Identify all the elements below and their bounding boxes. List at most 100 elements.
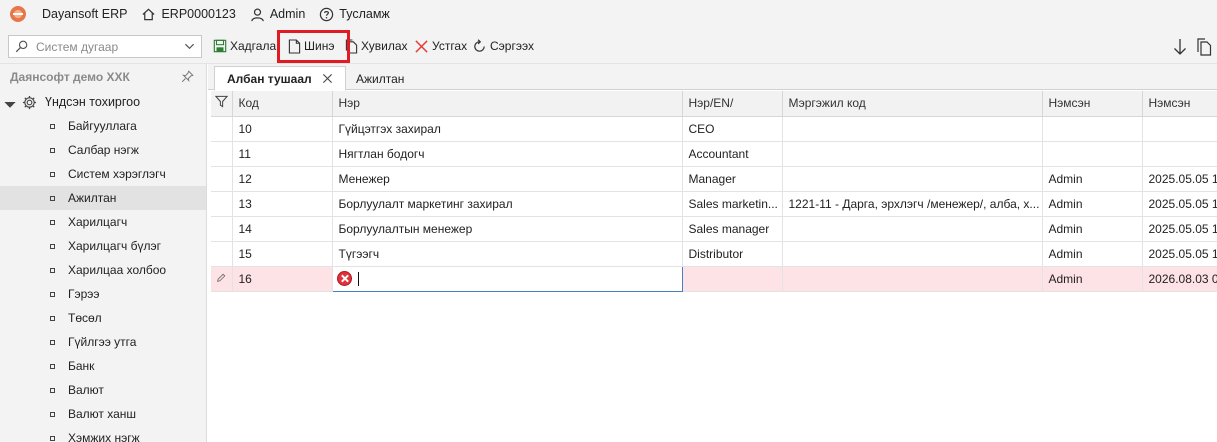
cell-code[interactable]: 16: [232, 266, 333, 292]
cell-name[interactable]: Түгээгч: [332, 241, 683, 267]
delete-button[interactable]: Устгах: [414, 37, 467, 55]
export-copy-icon[interactable]: [1196, 38, 1212, 56]
cell-profession-code[interactable]: [782, 216, 1043, 242]
refresh-button[interactable]: Сэргээх: [472, 37, 534, 55]
sidebar-item[interactable]: Систем хэрэглэгч: [0, 162, 206, 186]
save-button[interactable]: Хадгала: [213, 37, 276, 55]
cell-added-by[interactable]: Admin: [1042, 191, 1143, 217]
tree-leaf-icon: [50, 219, 55, 225]
cell-name-en[interactable]: Sales marketin...: [682, 191, 783, 217]
cell-added-by[interactable]: [1042, 116, 1143, 142]
table-row[interactable]: 14 Борлуулалтын менежер Sales manager Admin…: [211, 216, 1217, 242]
column-header-profession-code[interactable]: Мэргэжил код: [782, 91, 1043, 117]
sidebar-item[interactable]: Гэрээ: [0, 282, 206, 306]
cell-name[interactable]: Гүйцэтгэх захирал: [332, 116, 683, 142]
cell-added-on[interactable]: [1142, 116, 1217, 142]
sidebar-item[interactable]: Хэмжих нэгж: [0, 426, 206, 442]
cell-code[interactable]: 11: [232, 141, 333, 167]
sidebar-item[interactable]: Төсөл: [0, 306, 206, 330]
cell-code[interactable]: 12: [232, 166, 333, 192]
cell-added-by[interactable]: [1042, 141, 1143, 167]
save-icon: [213, 39, 227, 53]
cell-name[interactable]: Борлуулалтын менежер: [332, 216, 683, 242]
cell-name-en[interactable]: Manager: [682, 166, 783, 192]
cell-name[interactable]: Борлуулалт маркетинг захирал: [332, 191, 683, 217]
tab-position-label: Албан тушаал: [227, 71, 312, 86]
cell-profession-code[interactable]: 1221-11 - Дарга, эрхлэгч /менежер/, алба…: [782, 191, 1043, 217]
cell-added-on[interactable]: 2025.05.05 14: [1142, 216, 1217, 242]
sidebar-item[interactable]: Салбар нэгж: [0, 138, 206, 162]
cell-name[interactable]: Нягтлан бодогч: [332, 141, 683, 167]
sidebar-item-label: Гэрээ: [68, 287, 100, 301]
cell-added-on[interactable]: 2025.05.05 14: [1142, 241, 1217, 267]
cell-name[interactable]: Менежер: [332, 166, 683, 192]
table-row[interactable]: 15ТүгээгчDistributor Admin2025.05.05 14: [211, 241, 1217, 267]
system-number-search[interactable]: [8, 35, 202, 58]
cell-code[interactable]: 13: [232, 191, 333, 217]
cell-name-editor[interactable]: [331, 265, 683, 292]
row-indicator: [211, 191, 233, 217]
cell-name-en[interactable]: Accountant: [682, 141, 783, 167]
sidebar-item[interactable]: Харилцаа холбоо: [0, 258, 206, 282]
cell-added-on[interactable]: 2025.05.05 14: [1142, 166, 1217, 192]
table-row[interactable]: 13 Борлуулалт маркетинг захирал Sales mark…: [211, 191, 1217, 217]
cell-code[interactable]: 10: [232, 116, 333, 142]
expanded-triangle-icon[interactable]: [4, 96, 16, 108]
column-header-added-on[interactable]: Нэмсэн: [1142, 91, 1217, 117]
tab-employee[interactable]: Ажилтан: [344, 66, 416, 91]
cell-name-en[interactable]: Sales manager: [682, 216, 783, 242]
chevron-down-icon[interactable]: [184, 41, 195, 52]
sidebar-item[interactable]: Валют ханш: [0, 402, 206, 426]
cell-profession-code[interactable]: [782, 116, 1043, 142]
save-label: Хадгала: [230, 39, 277, 53]
cell-added-on[interactable]: 2025.05.05 14: [1142, 191, 1217, 217]
tree-leaf-icon: [50, 339, 55, 345]
user-menu[interactable]: Admin: [250, 7, 305, 22]
cell-profession-code[interactable]: [782, 166, 1043, 192]
cell-name-en[interactable]: [682, 266, 783, 292]
cell-added-on[interactable]: [1142, 141, 1217, 167]
sidebar-item-label: Харилцагч: [68, 215, 128, 229]
filter-header[interactable]: [211, 91, 233, 117]
cell-added-by[interactable]: Admin: [1042, 241, 1143, 267]
table-row[interactable]: 12МенежерManager Admin2025.05.05 14: [211, 166, 1217, 192]
close-icon[interactable]: [322, 73, 333, 84]
cell-code[interactable]: 15: [232, 241, 333, 267]
search-input[interactable]: [36, 39, 176, 54]
cell-profession-code[interactable]: [782, 141, 1043, 167]
download-arrow-icon[interactable]: [1172, 38, 1188, 56]
copy-button[interactable]: Хувилах: [345, 37, 408, 55]
sidebar-item[interactable]: Ажилтан: [0, 186, 206, 210]
tab-position[interactable]: Албан тушаал: [214, 66, 346, 91]
sidebar-item[interactable]: Валют: [0, 378, 206, 402]
pin-icon[interactable]: [181, 70, 194, 83]
column-header-name[interactable]: Нэр: [332, 91, 683, 117]
cell-code[interactable]: 14: [232, 216, 333, 242]
cell-added-on[interactable]: 2026.08.03 09: [1142, 266, 1217, 292]
tree-root-basic-settings[interactable]: Үндсэн тохиргоо: [0, 90, 206, 114]
cell-added-by[interactable]: Admin: [1042, 166, 1143, 192]
cell-profession-code[interactable]: [782, 241, 1043, 267]
refresh-label: Сэргээх: [490, 39, 534, 53]
sidebar-item-label: Систем хэрэглэгч: [68, 167, 166, 181]
sidebar-item[interactable]: Харилцагч бүлэг: [0, 234, 206, 258]
cell-profession-code[interactable]: [782, 266, 1043, 292]
sidebar-item[interactable]: Харилцагч: [0, 210, 206, 234]
cell-added-by[interactable]: Admin: [1042, 216, 1143, 242]
company-code[interactable]: ERP0000123: [141, 7, 236, 22]
column-header-name-en[interactable]: Нэр/EN/: [682, 91, 783, 117]
cell-name-en[interactable]: CEO: [682, 116, 783, 142]
cell-added-by[interactable]: Admin: [1042, 266, 1143, 292]
sidebar-item[interactable]: Банк: [0, 354, 206, 378]
cell-name-en[interactable]: Distributor: [682, 241, 783, 267]
sidebar-item[interactable]: Гүйлгээ утга: [0, 330, 206, 354]
home-icon: [142, 8, 156, 20]
table-row[interactable]: 10 Гүйцэтгэх захирал CEO: [211, 116, 1217, 142]
help-menu[interactable]: Тусламж: [319, 7, 390, 22]
table-row[interactable]: 11 Нягтлан бодогч Accountant: [211, 141, 1217, 167]
filter-icon[interactable]: [214, 95, 228, 108]
column-header-added-by[interactable]: Нэмсэн: [1042, 91, 1143, 117]
column-header-code[interactable]: Код: [232, 91, 333, 117]
sidebar-item[interactable]: Байгууллага: [0, 114, 206, 138]
new-table-row[interactable]: 16 Admin 2026.08.03 09: [211, 265, 1217, 292]
